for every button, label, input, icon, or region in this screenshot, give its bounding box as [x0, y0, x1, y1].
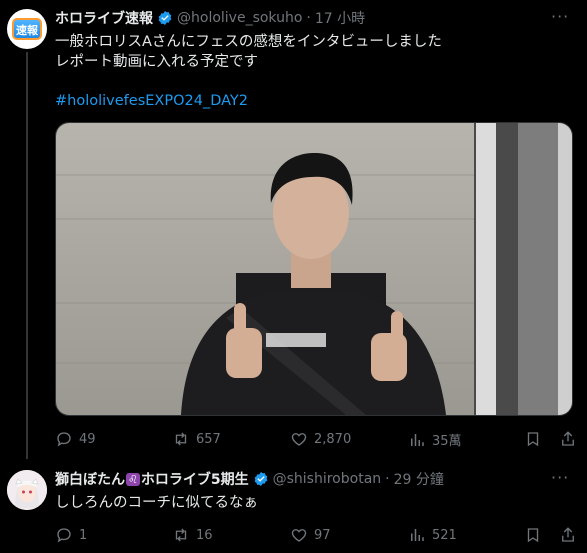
bookmark-icon	[527, 528, 539, 543]
views-icon	[411, 433, 424, 446]
reply-icon	[57, 432, 71, 447]
retweet-count: 657	[196, 431, 221, 447]
views-count: 521	[432, 527, 457, 543]
tweet-text-line-2: レポート動画に入れる予定です	[55, 54, 258, 70]
tweet-photo[interactable]	[55, 122, 573, 416]
author-handle[interactable]: @hololive_sokuho	[177, 10, 302, 26]
hashtag-link[interactable]: #hololivefesEXPO24_DAY2	[55, 93, 248, 109]
like-button[interactable]: 2,870	[290, 430, 351, 448]
tweet-text: ししろんのコーチに似てるなぁ	[55, 495, 258, 511]
tweet-header: ホロライブ速報 @hololive_sokuho · 17 小時	[55, 8, 365, 28]
thread-connector-line	[26, 52, 28, 459]
verified-badge-icon	[253, 471, 269, 487]
author-name-suffix[interactable]: ホロライブ5期生	[141, 469, 249, 489]
retweet-icon	[175, 432, 187, 446]
author-name[interactable]: 獅白ぼたん	[55, 469, 125, 489]
more-options-icon[interactable]: ···	[551, 7, 569, 26]
views-icon	[411, 529, 424, 541]
share-icon	[562, 431, 574, 446]
timestamp[interactable]: 29 分鐘	[394, 469, 444, 489]
author-handle[interactable]: @shishirobotan	[273, 471, 382, 487]
reply-button[interactable]: 1	[55, 526, 87, 544]
views-button[interactable]: 35萬	[408, 430, 462, 449]
retweet-button[interactable]: 657	[172, 430, 221, 448]
bookmark-icon	[527, 432, 539, 447]
more-options-icon[interactable]: ···	[551, 468, 569, 487]
like-count: 2,870	[314, 431, 352, 447]
retweet-count: 16	[196, 527, 213, 543]
photo-illustration	[56, 123, 572, 415]
share-button[interactable]	[559, 430, 577, 448]
avatar-image	[7, 470, 47, 510]
reply-icon	[57, 528, 71, 543]
avatar[interactable]: 速報	[7, 9, 47, 49]
separator: ·	[385, 471, 390, 487]
share-icon	[562, 527, 574, 542]
bookmark-button[interactable]	[524, 430, 542, 448]
avatar[interactable]	[7, 470, 47, 510]
like-button[interactable]: 97	[290, 526, 331, 544]
reply-count: 49	[79, 431, 96, 447]
tweet-header: 獅白ぼたん ♌ ホロライブ5期生 @shishirobotan · 29 分鐘	[55, 469, 444, 489]
views-count: 35萬	[432, 434, 462, 449]
avatar-logo: 速報	[12, 18, 42, 40]
retweet-button[interactable]: 16	[172, 526, 213, 544]
heart-icon	[291, 433, 307, 446]
timestamp[interactable]: 17 小時	[315, 8, 365, 28]
leo-emoji: ♌	[126, 472, 140, 486]
share-button[interactable]	[559, 526, 577, 544]
like-count: 97	[314, 527, 331, 543]
verified-badge-icon	[157, 10, 173, 26]
reply-button[interactable]: 49	[55, 430, 96, 448]
separator: ·	[306, 10, 311, 26]
reply-count: 1	[79, 527, 88, 543]
heart-icon	[291, 529, 307, 542]
retweet-icon	[175, 528, 187, 542]
author-name[interactable]: ホロライブ速報	[55, 8, 153, 28]
views-button[interactable]: 521	[408, 526, 457, 544]
tweet-text-line-1: 一般ホロリスAさんにフェスの感想をインタビューしました	[55, 34, 442, 50]
bookmark-button[interactable]	[524, 526, 542, 544]
